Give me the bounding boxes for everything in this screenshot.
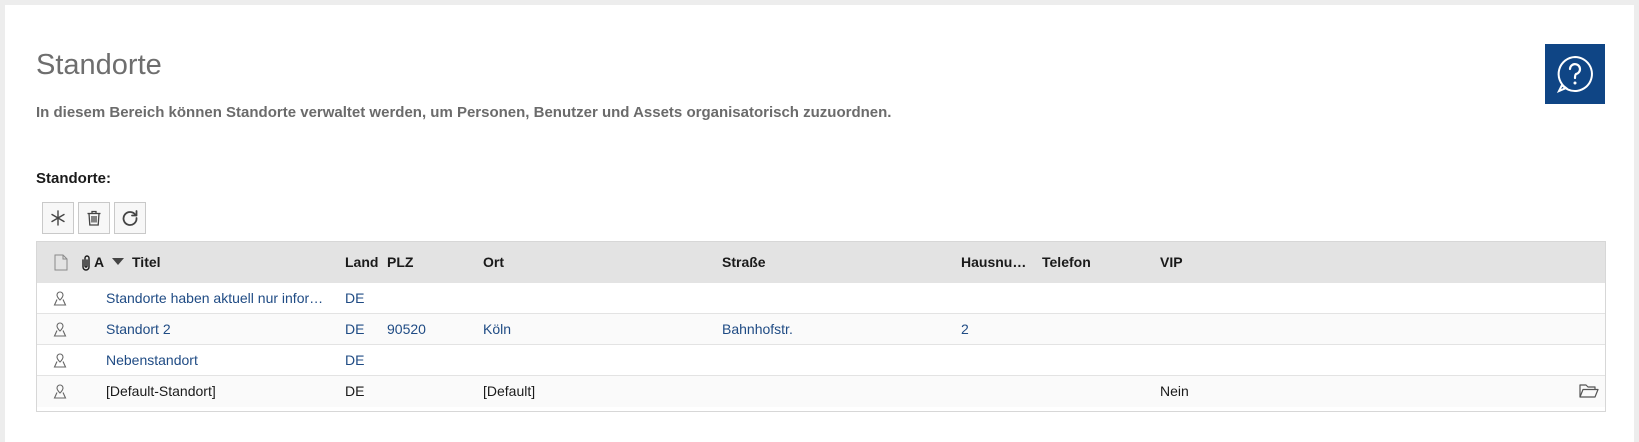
cell-hausnummer[interactable]: 2: [961, 314, 1035, 345]
table-row[interactable]: Standorte haben aktuell nur informat… DE: [37, 282, 1605, 314]
cell-ort[interactable]: [Default]: [483, 376, 713, 407]
cell-plz[interactable]: [387, 283, 477, 314]
locations-table: A Titel Land PLZ Ort Straße Hausnum… Tel…: [36, 241, 1606, 412]
cell-vip[interactable]: Nein: [1160, 376, 1260, 407]
location-pin-icon: [53, 384, 67, 399]
folder-open-icon[interactable]: [1579, 383, 1599, 399]
cell-land[interactable]: DE: [345, 345, 385, 376]
section-label: Standorte:: [36, 170, 111, 187]
new-button[interactable]: [42, 202, 74, 234]
cell-strasse[interactable]: [722, 345, 952, 376]
location-pin-icon: [53, 322, 67, 337]
cell-titel[interactable]: Standorte haben aktuell nur informat…: [106, 283, 334, 314]
delete-button[interactable]: [78, 202, 110, 234]
header-ort[interactable]: Ort: [483, 242, 713, 282]
main-panel: Standorte In diesem Bereich können Stand…: [5, 5, 1634, 442]
table-row[interactable]: Standort 2 DE 90520 Köln Bahnhofstr. 2: [37, 313, 1605, 345]
cell-land[interactable]: DE: [345, 283, 385, 314]
cell-telefon[interactable]: [1042, 314, 1152, 345]
cell-titel[interactable]: Standort 2: [106, 314, 334, 345]
cell-vip[interactable]: [1160, 283, 1260, 314]
cell-ort[interactable]: [483, 345, 713, 376]
table-row[interactable]: Nebenstandort DE: [37, 344, 1605, 376]
cell-vip[interactable]: [1160, 314, 1260, 345]
header-hausnummer[interactable]: Hausnum…: [961, 242, 1035, 282]
refresh-icon: [122, 210, 138, 226]
asterisk-icon: [51, 210, 65, 226]
page-title: Standorte: [36, 49, 162, 81]
sort-desc-icon[interactable]: [112, 258, 124, 266]
cell-titel[interactable]: Nebenstandort: [106, 345, 334, 376]
cell-strasse[interactable]: Bahnhofstr.: [722, 314, 952, 345]
cell-plz[interactable]: 90520: [387, 314, 477, 345]
header-strasse[interactable]: Straße: [722, 242, 952, 282]
cell-hausnummer[interactable]: [961, 283, 1035, 314]
cell-hausnummer[interactable]: [961, 376, 1035, 407]
table-toolbar: [42, 202, 146, 234]
help-button[interactable]: [1545, 44, 1605, 104]
page-description: In diesem Bereich können Standorte verwa…: [36, 104, 892, 121]
cell-telefon[interactable]: [1042, 283, 1152, 314]
cell-land[interactable]: DE: [345, 376, 385, 407]
cell-plz[interactable]: [387, 376, 477, 407]
header-plz[interactable]: PLZ: [387, 242, 477, 282]
cell-telefon[interactable]: [1042, 376, 1152, 407]
table-row[interactable]: [Default-Standort] DE [Default] Nein: [37, 375, 1605, 407]
header-land[interactable]: Land: [345, 242, 385, 282]
trash-icon: [87, 210, 101, 226]
cell-strasse[interactable]: [722, 376, 952, 407]
table-header: A Titel Land PLZ Ort Straße Hausnum… Tel…: [37, 242, 1605, 282]
document-icon: [54, 254, 68, 271]
help-chat-icon: [1556, 55, 1593, 93]
header-attachment-abbrev[interactable]: A: [94, 242, 104, 282]
cell-ort[interactable]: Köln: [483, 314, 713, 345]
header-vip[interactable]: VIP: [1160, 242, 1260, 282]
location-pin-icon: [53, 291, 67, 306]
cell-vip[interactable]: [1160, 345, 1260, 376]
location-pin-icon: [53, 353, 67, 368]
refresh-button[interactable]: [114, 202, 146, 234]
header-titel[interactable]: Titel: [132, 242, 332, 282]
attachment-icon[interactable]: [80, 254, 92, 272]
header-telefon[interactable]: Telefon: [1042, 242, 1152, 282]
cell-hausnummer[interactable]: [961, 345, 1035, 376]
cell-ort[interactable]: [483, 283, 713, 314]
cell-land[interactable]: DE: [345, 314, 385, 345]
cell-telefon[interactable]: [1042, 345, 1152, 376]
cell-strasse[interactable]: [722, 283, 952, 314]
cell-plz[interactable]: [387, 345, 477, 376]
cell-titel[interactable]: [Default-Standort]: [106, 376, 334, 407]
